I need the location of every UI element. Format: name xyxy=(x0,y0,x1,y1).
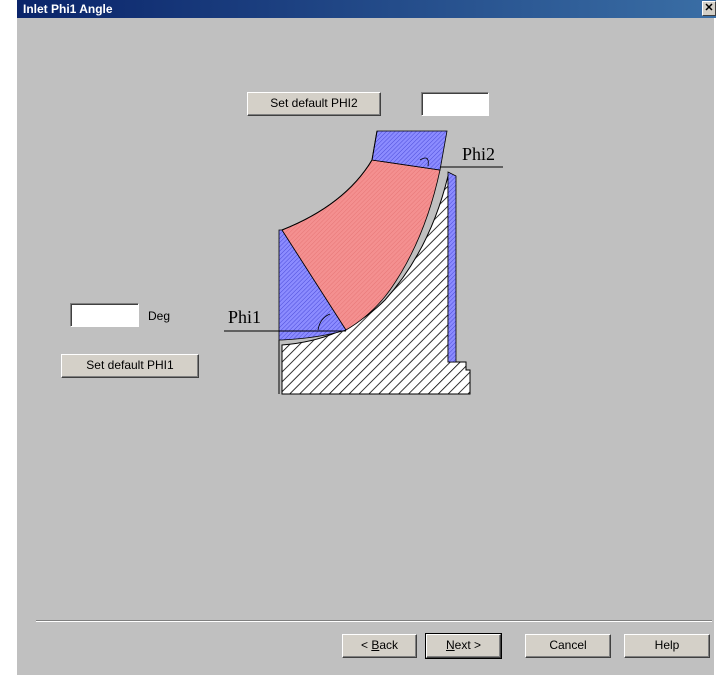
dialog-window: Inlet Phi1 Angle ✕ Set default PHI2 Deg … xyxy=(0,0,716,675)
back-label-rest: ack xyxy=(379,638,399,652)
phi1-value-input[interactable] xyxy=(70,303,139,327)
back-label-prefix: < xyxy=(360,638,372,652)
shroud-strip xyxy=(447,171,457,363)
left-margin xyxy=(0,0,17,675)
title-bar[interactable]: Inlet Phi1 Angle ✕ xyxy=(17,0,716,18)
help-button[interactable]: Help xyxy=(624,634,710,658)
back-button[interactable]: < Back xyxy=(342,634,417,658)
impeller-diagram: Phi1 Phi2 xyxy=(224,130,503,395)
phi2-diagram-label: Phi2 xyxy=(462,144,495,164)
phi1-diagram-label: Phi1 xyxy=(228,307,261,327)
footer-separator xyxy=(36,620,712,622)
window-title: Inlet Phi1 Angle xyxy=(23,2,113,16)
next-label-rest: ext > xyxy=(454,638,482,652)
next-button[interactable]: Next > xyxy=(425,633,502,659)
phi1-unit-label: Deg xyxy=(148,309,171,323)
close-button[interactable]: ✕ xyxy=(702,1,716,16)
phi2-value-input[interactable] xyxy=(421,92,489,116)
close-icon: ✕ xyxy=(704,2,714,14)
set-default-phi2-button[interactable]: Set default PHI2 xyxy=(247,92,381,116)
set-default-phi1-button[interactable]: Set default PHI1 xyxy=(61,354,199,378)
next-label-accel: N xyxy=(445,638,455,652)
cancel-button[interactable]: Cancel xyxy=(525,634,611,658)
